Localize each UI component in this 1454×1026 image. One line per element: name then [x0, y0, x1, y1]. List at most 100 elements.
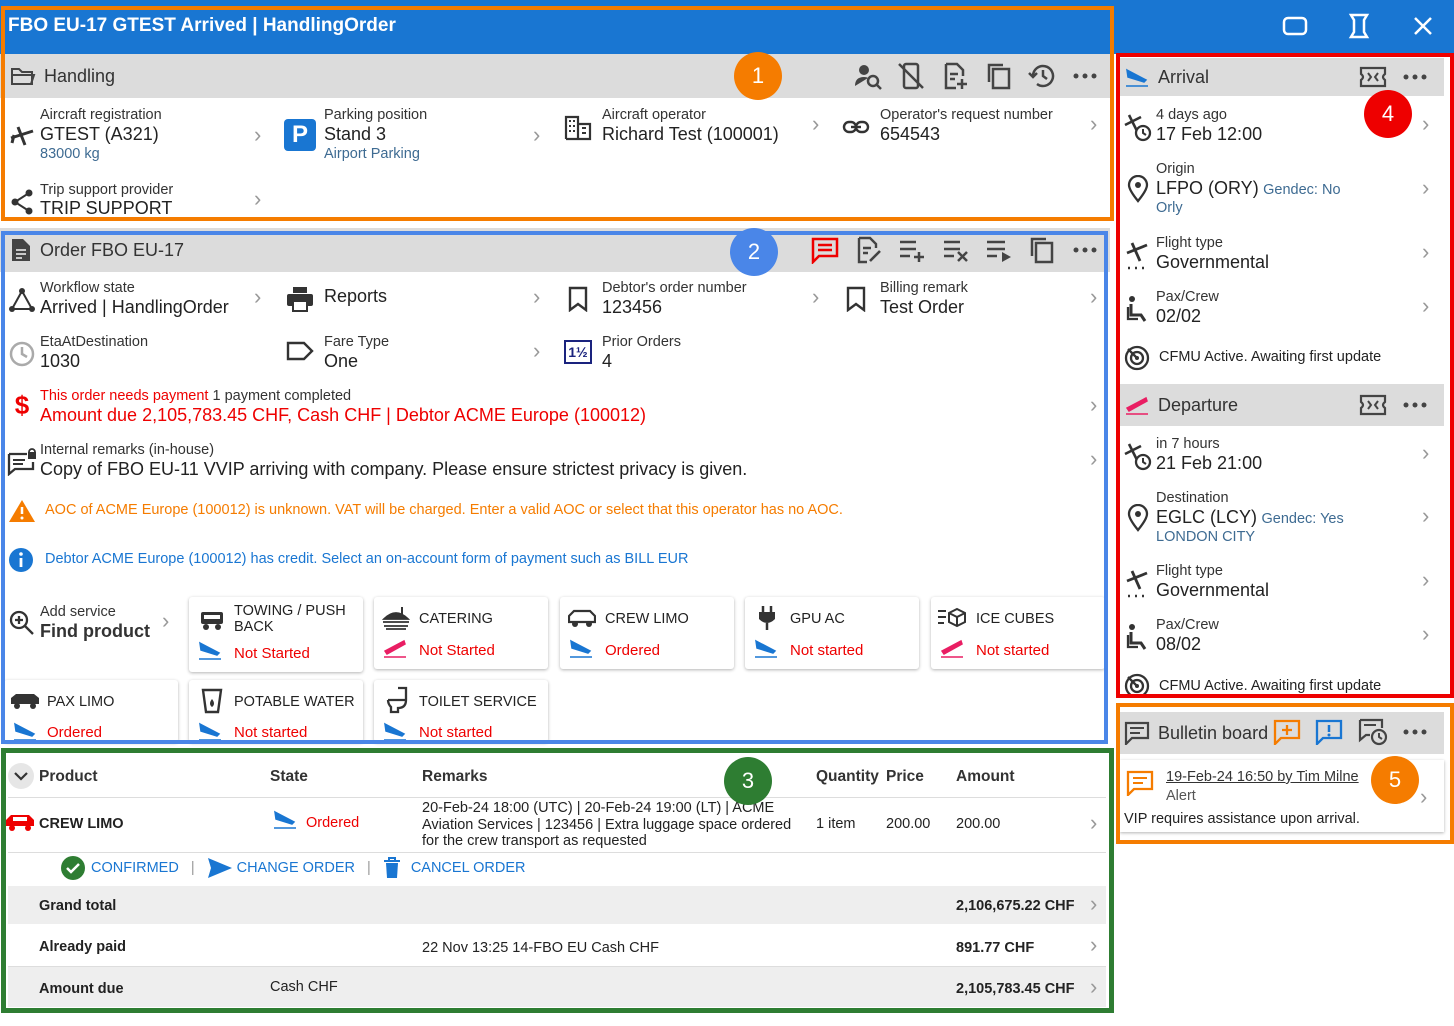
aoc-warning: AOC of ACME Europe (100012) is unknown. … [45, 502, 843, 518]
service-card-towing[interactable]: TOWING / PUSH BACK Not Started [189, 597, 363, 672]
ticket-icon[interactable] [1356, 60, 1390, 94]
toilet-icon [386, 686, 408, 719]
car-icon [567, 609, 597, 634]
label: Parking position [324, 107, 428, 123]
tow-truck-icon [199, 607, 225, 636]
already-paid-remarks: 22 Nov 13:25 14-FBO EU Cash CHF [422, 940, 659, 956]
payment-field[interactable]: $ This order needs payment 1 payment com… [4, 388, 646, 426]
row-product[interactable]: CREW LIMO [39, 816, 124, 832]
service-status: Not started [790, 642, 864, 659]
row-amount: 200.00 [956, 816, 1001, 832]
comment-alert-icon[interactable] [808, 233, 842, 267]
chevron-right-icon: › [1422, 239, 1430, 264]
service-card-pax-limo[interactable]: PAX LIMO Ordered [4, 680, 178, 742]
close-icon[interactable] [1407, 10, 1439, 42]
service-name: POTABLE WATER [234, 694, 355, 710]
service-card-crew-limo[interactable]: CREW LIMO Ordered [560, 597, 734, 669]
trip-support-field[interactable]: Trip support provider TRIP SUPPORT [4, 182, 173, 217]
prior-orders-field[interactable]: 1½ Prior Orders 4 [560, 334, 681, 372]
confirmed-button[interactable]: CONFIRMED [91, 860, 179, 876]
annotation-marker-1: 1 [734, 52, 782, 100]
col-header-amount[interactable]: Amount [956, 768, 1015, 786]
service-card-ice-cubes[interactable]: ICE CUBES Not started [931, 597, 1105, 669]
sub: 83000 kg [40, 146, 100, 162]
playlist-add-icon[interactable] [895, 233, 929, 267]
departure-flight-type-field[interactable]: Flight type Governmental [1120, 563, 1269, 601]
origin-field[interactable]: Origin LFPO (ORY) Gendec: No Orly [1120, 161, 1341, 217]
copy-icon[interactable] [982, 59, 1016, 93]
service-card-catering[interactable]: CATERING Not Started [374, 597, 548, 669]
label: Prior Orders [602, 334, 681, 350]
add-service-field[interactable]: Add service Find product [4, 604, 150, 642]
annotation-marker-2: 2 [730, 228, 778, 276]
more-icon[interactable] [1398, 388, 1432, 422]
collapse-toggle[interactable] [8, 763, 34, 789]
billing-remark-field[interactable]: Billing remark Test Order [838, 280, 968, 318]
location-pin-icon [1120, 490, 1156, 546]
bulletin-entry-meta[interactable]: 19-Feb-24 16:50 by Tim Milne [1166, 769, 1359, 785]
chevron-right-icon[interactable]: › [1090, 810, 1097, 836]
more-icon[interactable] [1398, 60, 1432, 94]
more-icon[interactable] [1398, 715, 1432, 749]
playlist-play-icon[interactable] [982, 233, 1016, 267]
change-order-button[interactable]: CHANGE ORDER [237, 860, 355, 876]
more-icon[interactable] [1068, 233, 1102, 267]
value: 17 Feb 12:00 [1156, 124, 1263, 144]
copy-icon[interactable] [1025, 233, 1059, 267]
ticket-icon[interactable] [1356, 388, 1390, 422]
col-header-state[interactable]: State [270, 768, 308, 786]
destination-field[interactable]: Destination EGLC (LCY) Gendec: Yes LONDO… [1120, 490, 1344, 546]
chevron-right-icon: › [1090, 891, 1098, 916]
service-card-potable-water[interactable]: POTABLE WATER Not started [189, 680, 363, 742]
parking-position-field[interactable]: P Parking position Stand 3 Airport Parking [282, 107, 427, 163]
amount-due-row[interactable] [8, 967, 1106, 1007]
dock-window-icon[interactable] [1343, 10, 1375, 42]
add-message-icon[interactable] [1270, 715, 1304, 749]
restore-window-icon[interactable] [1279, 10, 1311, 42]
annotation-frame-4 [1116, 53, 1454, 698]
fare-type-field[interactable]: Fare Type One [282, 334, 389, 372]
info-icon [8, 547, 34, 578]
arrival-time-field[interactable]: 4 days ago 17 Feb 12:00 [1120, 107, 1262, 145]
playlist-remove-icon[interactable] [939, 233, 973, 267]
more-icon[interactable] [1068, 59, 1102, 93]
col-header-quantity[interactable]: Quantity [816, 768, 879, 786]
departure-plane-icon [382, 637, 408, 664]
col-header-remarks[interactable]: Remarks [422, 768, 488, 786]
debtor-order-number-field[interactable]: Debtor's order number 123456 [560, 280, 747, 318]
history-icon[interactable] [1025, 59, 1059, 93]
col-header-price[interactable]: Price [886, 768, 924, 786]
search-person-icon[interactable] [851, 59, 885, 93]
alert-message-icon[interactable] [1312, 715, 1346, 749]
departure-pax-field[interactable]: Pax/Crew 08/02 [1120, 617, 1219, 655]
service-card-toilet-service[interactable]: TOILET SERVICE Not started [374, 680, 548, 742]
workflow-state-field[interactable]: Workflow state Arrived | HandlingOrder [4, 280, 229, 318]
arrival-cfmu[interactable]: CFMU Active. Awaiting first update [1159, 349, 1381, 365]
chevron-right-icon[interactable]: › [1090, 932, 1097, 958]
aircraft-registration-field[interactable]: Aircraft registration GTEST (A321) 83000 k… [4, 107, 162, 163]
col-header-product[interactable]: Product [39, 768, 98, 786]
payment-amount: Amount due 2,105,783.45 CHF, Cash CHF | … [40, 405, 646, 425]
cubes-icon [937, 607, 967, 634]
mobile-off-icon[interactable] [894, 59, 928, 93]
comment-lock-icon [4, 442, 40, 480]
label: Aircraft registration [40, 107, 162, 123]
departure-cfmu[interactable]: CFMU Active. Awaiting first update [1159, 678, 1381, 694]
eta-field[interactable]: EtaAtDestination 1030 [4, 334, 148, 372]
label: Add service [40, 604, 116, 620]
arrival-pax-field[interactable]: Pax/Crew 02/02 [1120, 289, 1219, 327]
cancel-order-button[interactable]: CANCEL ORDER [411, 860, 526, 876]
grand-total-row[interactable] [8, 886, 1106, 924]
departure-time-field[interactable]: in 7 hours 21 Feb 21:00 [1120, 436, 1262, 474]
document-add-icon[interactable] [939, 59, 973, 93]
internal-remarks-field[interactable]: Internal remarks (in-house) Copy of FBO E… [4, 442, 747, 480]
operator-request-field[interactable]: Operator's request number 654543 [838, 107, 1053, 145]
reports-field[interactable]: Reports [282, 280, 387, 312]
departure-plane-icon [1124, 394, 1150, 416]
message-history-icon[interactable] [1356, 715, 1390, 749]
service-card-gpu[interactable]: GPU AC Not started [745, 597, 919, 669]
arrival-flight-type-field[interactable]: Flight type Governmental [1120, 235, 1269, 273]
label: Flight type [1156, 563, 1223, 579]
edit-document-icon[interactable] [852, 233, 886, 267]
aircraft-operator-field[interactable]: Aircraft operator Richard Test (100001) [560, 107, 779, 145]
